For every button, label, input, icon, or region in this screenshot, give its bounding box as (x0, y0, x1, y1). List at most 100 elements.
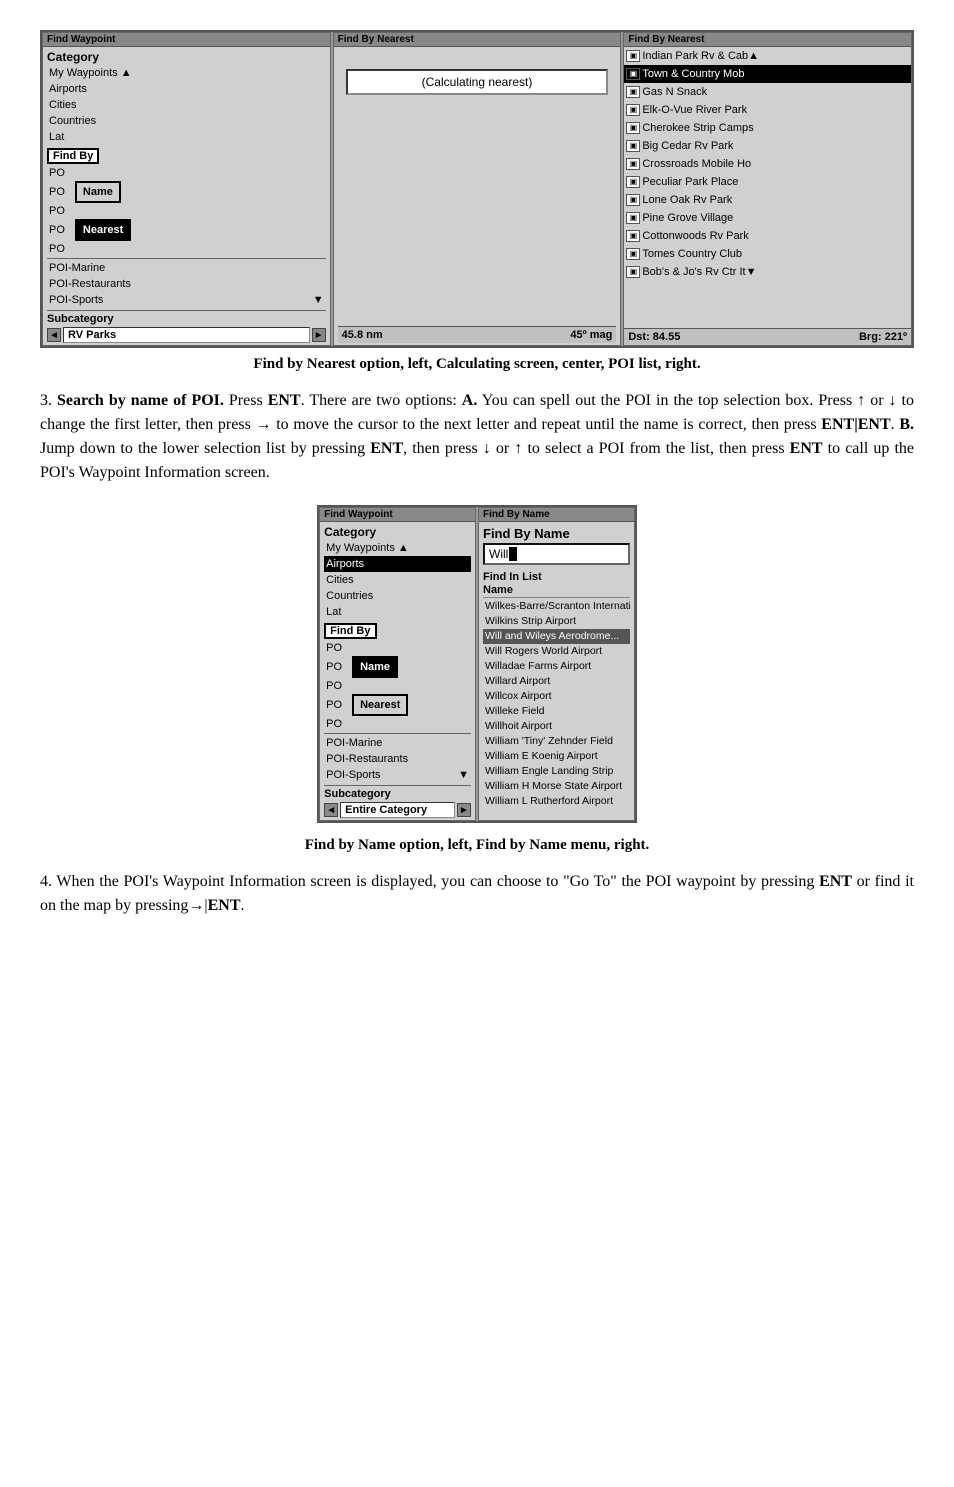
list-item: PO (324, 678, 471, 694)
name-list-item[interactable]: William Engle Landing Strip (483, 764, 630, 779)
poi-status-bar: Dst: 84.55 Brg: 221º (624, 328, 911, 345)
poi-item[interactable]: ▣ Lone Oak Rv Park (624, 191, 911, 209)
poi-icon: ▣ (626, 122, 640, 134)
poi-item[interactable]: ▣ Crossroads Mobile Ho (624, 155, 911, 173)
name-list-item[interactable]: Willhoit Airport (483, 719, 630, 734)
name-list-item[interactable]: William L Rutherford Airport (483, 794, 630, 809)
poi-item[interactable]: ▣ Big Cedar Rv Park (624, 137, 911, 155)
name-list-item[interactable]: Willadae Farms Airport (483, 659, 630, 674)
name-list-item[interactable]: Willcox Airport (483, 689, 630, 704)
list-item: PO (47, 165, 326, 181)
text-cursor (509, 547, 517, 561)
poi-icon: ▣ (626, 104, 640, 116)
name-list-item[interactable]: Wilkins Strip Airport (483, 614, 630, 629)
poi-item[interactable]: ▣ Tomes Country Club (624, 245, 911, 263)
panel-poi-list: Find By Nearest ▣ Indian Park Rv & Cab▲ … (623, 32, 912, 346)
list-item: Lat (324, 604, 471, 620)
top-screenshot: Find Waypoint Category My Waypoints ▲ Ai… (40, 30, 914, 348)
list-item: My Waypoints ▲ (47, 65, 326, 81)
poi-text: Indian Park Rv & Cab▲ (642, 48, 759, 64)
name-list-item[interactable]: Willeke Field (483, 704, 630, 719)
category-label-b: Category (324, 524, 471, 540)
para4-number: 4. (40, 873, 56, 890)
poi-icon: ▣ (626, 50, 640, 62)
panel-find-waypoint-1: Find Waypoint Category My Waypoints ▲ Ai… (42, 32, 331, 346)
poi-text: Cherokee Strip Camps (642, 120, 753, 136)
name-list-item[interactable]: Willard Airport (483, 674, 630, 689)
list-item: Airports (47, 81, 326, 97)
name-button-b[interactable]: Name (352, 656, 398, 678)
panel-find-name: Find By Name Find By Name Will Find In L… (478, 507, 635, 821)
panel-find-waypoint-2: Find Waypoint Category My Waypoints ▲ Ai… (319, 507, 476, 821)
subcategory-value-b: Entire Category (340, 802, 455, 818)
poi-text: Elk-O-Vue River Park (642, 102, 747, 118)
poi-icon: ▣ (626, 68, 640, 80)
subcategory-value: RV Parks (63, 327, 310, 343)
name-list-item[interactable]: William E Koenig Airport (483, 749, 630, 764)
name-list-item[interactable]: Wilkes-Barre/Scranton International (483, 599, 630, 614)
poi-text: Peculiar Park Place (642, 174, 738, 190)
list-item: PO (324, 640, 471, 656)
list-item: Cities (47, 97, 326, 113)
right-arrow-btn[interactable]: ► (312, 328, 326, 342)
poi-item[interactable]: ▣ Cottonwoods Rv Park (624, 227, 911, 245)
bearing: 45º mag (570, 329, 612, 341)
poi-text: Cottonwoods Rv Park (642, 228, 748, 244)
poi-item[interactable]: ▣ Pine Grove Village (624, 209, 911, 227)
paragraph3: 3. Search by name of POI. Press ENT. The… (40, 389, 914, 485)
poi-item[interactable]: ▣ Gas N Snack (624, 83, 911, 101)
poi-item[interactable]: ▣ Bob's & Jo's Rv Ctr It▼ (624, 263, 911, 281)
subcategory-label: Subcategory (47, 313, 114, 325)
poi-text: Pine Grove Village (642, 210, 733, 226)
list-item: POI-Sports▼ (324, 767, 471, 783)
list-item: Countries (47, 113, 326, 129)
panel-b1-title: Find Waypoint (320, 508, 475, 522)
list-item: Lat (47, 129, 326, 145)
poi-icon: ▣ (626, 158, 640, 170)
poi-text: Gas N Snack (642, 84, 707, 100)
nearest-button-b[interactable]: Nearest (352, 694, 408, 716)
list-item: PO Name (47, 181, 326, 203)
poi-text: Tomes Country Club (642, 246, 742, 262)
list-item: POI-Marine (47, 260, 326, 276)
nearest-button[interactable]: Nearest (75, 219, 131, 241)
list-item-selected: Airports (324, 556, 471, 572)
list-item: Countries (324, 588, 471, 604)
poi-icon: ▣ (626, 176, 640, 188)
list-item: Cities (324, 572, 471, 588)
poi-text: Bob's & Jo's Rv Ctr It▼ (642, 264, 756, 280)
poi-icon: ▣ (626, 140, 640, 152)
category-label: Category (47, 49, 326, 65)
list-item: POI-Restaurants (324, 751, 471, 767)
name-list-item-selected[interactable]: Will and Wileys Aerodrome... (483, 629, 630, 644)
list-item: PO Nearest (47, 219, 326, 241)
name-list-item[interactable]: Will Rogers World Airport (483, 644, 630, 659)
input-value: Will (489, 547, 508, 561)
name-list-item[interactable]: William H Morse State Airport (483, 779, 630, 794)
poi-item[interactable]: ▣ Elk-O-Vue River Park (624, 101, 911, 119)
list-item: PO (47, 241, 326, 257)
poi-icon: ▣ (626, 194, 640, 206)
poi-text: Town & Country Mob (642, 66, 744, 82)
poi-text: Lone Oak Rv Park (642, 192, 732, 208)
calculating-text: (Calculating nearest) (346, 69, 609, 95)
name-input[interactable]: Will (483, 543, 630, 565)
poi-item[interactable]: ▣ Peculiar Park Place (624, 173, 911, 191)
name-list-item[interactable]: William 'Tiny' Zehnder Field (483, 734, 630, 749)
list-item: POI-Restaurants (47, 276, 326, 292)
panel-b2-title: Find By Name (479, 508, 634, 522)
list-item: PO Nearest (324, 694, 471, 716)
poi-icon: ▣ (626, 266, 640, 278)
list-item: POI-Sports▼ (47, 292, 326, 308)
poi-item[interactable]: ▣ Indian Park Rv & Cab▲ (624, 47, 911, 65)
bottom-screenshot: Find Waypoint Category My Waypoints ▲ Ai… (317, 505, 637, 823)
left-arrow-btn[interactable]: ◄ (47, 328, 61, 342)
poi-item-selected[interactable]: ▣ Town & Country Mob (624, 65, 911, 83)
para4-text: When the POI's Waypoint Information scre… (40, 873, 914, 914)
find-by-box-b: Find By (324, 623, 376, 639)
poi-item[interactable]: ▣ Cherokee Strip Camps (624, 119, 911, 137)
right-arrow-btn-b[interactable]: ► (457, 803, 471, 817)
paragraph4: 4. When the POI's Waypoint Information s… (40, 870, 914, 918)
left-arrow-btn-b[interactable]: ◄ (324, 803, 338, 817)
name-button[interactable]: Name (75, 181, 121, 203)
